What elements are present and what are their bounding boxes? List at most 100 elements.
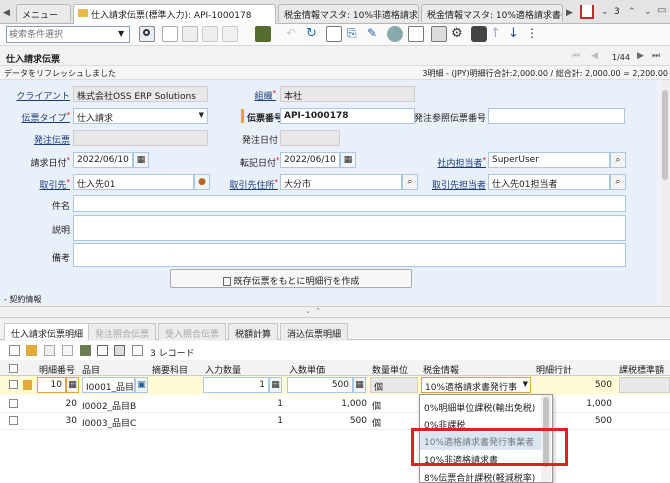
new-record-icon[interactable] xyxy=(162,26,178,42)
bp-label[interactable]: 取引先* xyxy=(14,178,70,191)
find-icon[interactable] xyxy=(326,26,342,42)
bpcontact-field[interactable]: 仕入先01担当者 xyxy=(488,174,610,190)
col-uom[interactable]: 数量単位 xyxy=(370,362,420,375)
chevron-down-icon[interactable]: ▼ xyxy=(523,380,528,388)
undo-icon[interactable]: ↶ xyxy=(286,26,302,42)
col-price[interactable]: 入数単価 xyxy=(287,362,367,375)
down-arrow-icon[interactable]: ↓ xyxy=(508,26,524,42)
tab-menu[interactable]: メニュー xyxy=(16,4,71,22)
history-icon[interactable] xyxy=(387,26,403,42)
bploc-field[interactable]: 大分市 xyxy=(280,174,402,190)
row-checkbox[interactable] xyxy=(9,399,18,408)
attachment-icon[interactable]: ⎘ xyxy=(347,26,363,42)
search-select[interactable]: ▼ xyxy=(6,26,130,43)
bp-field[interactable]: 仕入先01 xyxy=(73,174,194,190)
row-checkbox[interactable] xyxy=(9,380,18,389)
calculator-icon[interactable]: ▦ xyxy=(353,377,366,393)
tab-allocation[interactable]: 消込伝票明細 xyxy=(280,323,349,340)
calculator-icon[interactable]: ▦ xyxy=(269,377,282,393)
doctype-select[interactable]: 仕入請求 ▼ xyxy=(73,108,208,124)
create-lines-button[interactable]: 既存伝票をもとに明細行を作成 xyxy=(170,269,412,288)
col-product[interactable]: 品目 xyxy=(80,362,140,375)
row-checkbox[interactable] xyxy=(9,416,18,425)
order-label[interactable]: 発注伝票 xyxy=(14,133,70,146)
tab-po-match[interactable]: 発注照合伝票 xyxy=(88,323,157,340)
person-icon[interactable]: ● xyxy=(194,174,210,190)
first-record-icon[interactable]: ⏮ xyxy=(572,51,580,61)
product-search-icon[interactable]: ▣ xyxy=(135,377,148,393)
salesrep-label[interactable]: 社内担当者* xyxy=(424,156,486,169)
search-icon[interactable]: ⌕ xyxy=(402,174,418,190)
tab-receipt-match[interactable]: 受入照合伝票 xyxy=(158,323,227,340)
line-number-field[interactable]: 10 xyxy=(37,377,66,393)
select-all-checkbox[interactable] xyxy=(9,364,18,373)
tax-option[interactable]: 0%明細単位課税(輸出免税) xyxy=(420,398,550,416)
calendar-icon[interactable]: ▦ xyxy=(133,152,149,168)
tab-list-chevron-icon[interactable]: ⌄ xyxy=(601,7,609,17)
archive-icon[interactable] xyxy=(431,26,447,42)
col-tax[interactable]: 税金情報 xyxy=(421,362,531,375)
chat-icon[interactable]: ✎ xyxy=(367,26,383,42)
col-charge[interactable]: 摘要科目 xyxy=(150,362,200,375)
refno-field[interactable] xyxy=(488,108,625,124)
product-field[interactable]: I0001_品目A xyxy=(82,377,135,393)
grid-delete-icon[interactable] xyxy=(44,345,55,356)
up-arrow-icon[interactable]: ↑ xyxy=(490,26,506,42)
client-label[interactable]: クライアント xyxy=(14,89,70,102)
grid-customize-icon[interactable] xyxy=(80,345,91,356)
search-icon[interactable] xyxy=(139,26,155,42)
chevron-down-icon[interactable]: ▼ xyxy=(199,111,204,119)
grid-save-icon[interactable] xyxy=(62,345,73,356)
splitter-handle[interactable]: ⌄ ⌃ xyxy=(305,307,322,315)
contract-section-toggle[interactable]: - 契約情報 xyxy=(4,294,41,305)
grid-toggle-icon[interactable] xyxy=(132,345,143,356)
calendar-icon[interactable]: ▦ xyxy=(340,152,356,168)
next-tab-arrow[interactable]: ⌄ xyxy=(644,7,652,17)
search-icon[interactable]: ⌕ xyxy=(610,152,626,168)
org-label[interactable]: 組織* xyxy=(240,89,276,102)
bploc-label[interactable]: 取引先住所* xyxy=(222,178,278,191)
next-record-icon[interactable]: ▶ xyxy=(637,51,644,61)
salesrep-field[interactable]: SuperUser xyxy=(488,152,610,168)
print-icon[interactable] xyxy=(471,26,487,42)
home-icon[interactable] xyxy=(580,5,594,19)
docno-field[interactable]: API-1000178 xyxy=(280,108,415,124)
grid-edit-icon[interactable] xyxy=(26,345,37,356)
tab-invoice[interactable]: 仕入請求伝票(標準入力): API-1000178 xyxy=(73,4,276,24)
chevron-down-icon[interactable]: ▼ xyxy=(118,29,124,38)
copy-record-icon[interactable] xyxy=(182,26,198,42)
col-line[interactable]: 明細番号 xyxy=(37,362,77,375)
tax-select[interactable]: 10%適格請求書発行事 ▼ xyxy=(421,377,531,393)
splitter[interactable] xyxy=(0,306,670,318)
grid-new-icon[interactable] xyxy=(9,345,20,356)
grid-collapse-icon[interactable] xyxy=(114,345,125,356)
tab-tax-non-qualified[interactable]: 税金情報マスタ: 10%非適格請求書 xyxy=(278,4,419,22)
print-preview-icon[interactable] xyxy=(255,26,271,42)
prev-record-icon[interactable]: ◀ xyxy=(591,51,598,61)
acctdate-field[interactable]: 2022/06/10 xyxy=(280,152,340,168)
tab-invoice-lines[interactable]: 仕入請求伝票明細 xyxy=(4,323,91,340)
price-field[interactable]: 500 xyxy=(287,377,353,393)
tab-tax-calc[interactable]: 税額計算 xyxy=(228,323,279,340)
tax-option[interactable]: 8%伝票合計課税(軽減税率) xyxy=(420,468,550,483)
gear-icon[interactable]: ⚙ xyxy=(451,26,467,42)
report-icon[interactable] xyxy=(408,26,424,42)
form-scrollbar[interactable] xyxy=(660,80,670,305)
search-icon[interactable]: ⌕ xyxy=(610,174,626,190)
scroll-left-arrow[interactable]: ◀ xyxy=(3,8,10,18)
bpcontact-label[interactable]: 取引先担当者 xyxy=(424,178,486,191)
subject-field[interactable] xyxy=(73,195,626,212)
grid-expand-icon[interactable] xyxy=(97,345,108,356)
qty-field[interactable]: 1 xyxy=(203,377,269,393)
delete-record-icon[interactable] xyxy=(202,26,218,42)
refresh-icon[interactable]: ↻ xyxy=(306,26,322,42)
search-input[interactable] xyxy=(9,28,114,41)
save-icon[interactable] xyxy=(222,26,238,42)
col-qty[interactable]: 入力数量 xyxy=(203,362,283,375)
tab-tax-qualified[interactable]: 税金情報マスタ: 10%適格請求書発行 xyxy=(421,4,563,22)
prev-tab-arrow[interactable]: ⌃ xyxy=(628,7,636,17)
col-linetotal[interactable]: 明細行計 xyxy=(534,362,614,375)
note-field[interactable] xyxy=(73,243,626,267)
overflow-icon[interactable]: ⋮ xyxy=(526,26,542,42)
close-all-icon[interactable]: ▭ xyxy=(657,5,666,16)
